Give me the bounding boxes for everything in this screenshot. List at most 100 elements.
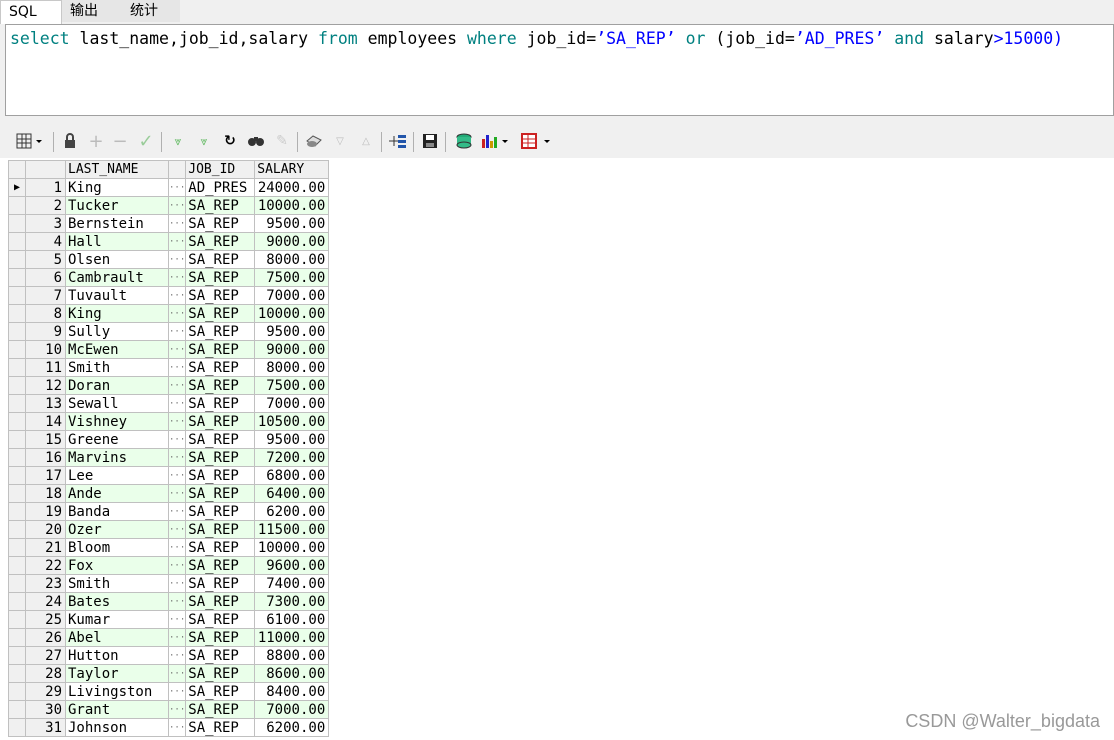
table-row[interactable]: 14 Vishney ··· SA_REP 10500.00 [8, 412, 330, 431]
cell-salary[interactable]: 6400.00 [254, 484, 330, 503]
row-number[interactable]: 4 [25, 232, 66, 251]
cell-salary[interactable]: 9500.00 [254, 214, 330, 233]
cell-job-id[interactable]: SA_REP [185, 502, 256, 521]
row-indicator[interactable] [8, 304, 26, 323]
table-row[interactable]: 22 Fox ··· SA_REP 9600.00 [8, 556, 330, 575]
row-indicator[interactable] [8, 376, 26, 395]
column-header-salary[interactable]: SALARY [254, 160, 330, 179]
export-icon[interactable] [303, 130, 325, 152]
row-number[interactable]: 2 [25, 196, 66, 215]
cell-salary[interactable]: 7000.00 [254, 700, 330, 719]
cell-editor-button[interactable]: ··· [168, 664, 187, 683]
cell-last-name[interactable]: Olsen [65, 250, 169, 269]
cell-job-id[interactable]: SA_REP [185, 574, 256, 593]
cell-job-id[interactable]: SA_REP [185, 286, 256, 305]
cell-job-id[interactable]: SA_REP [185, 520, 256, 539]
cell-job-id[interactable]: AD_PRES [185, 178, 256, 197]
cell-job-id[interactable]: SA_REP [185, 556, 256, 575]
cell-salary[interactable]: 24000.00 [254, 178, 330, 197]
row-indicator[interactable]: ▶ [8, 178, 26, 197]
cell-editor-button[interactable]: ··· [168, 196, 187, 215]
row-number[interactable]: 22 [25, 556, 66, 575]
cell-job-id[interactable]: SA_REP [185, 700, 256, 719]
cell-editor-button[interactable]: ··· [168, 466, 187, 485]
cell-salary[interactable]: 7000.00 [254, 394, 330, 413]
table-row[interactable]: ▶ 1 King ··· AD_PRES 24000.00 [8, 178, 330, 197]
cell-editor-button[interactable]: ··· [168, 232, 187, 251]
row-indicator[interactable] [8, 556, 26, 575]
row-indicator[interactable] [8, 412, 26, 431]
row-indicator[interactable] [8, 574, 26, 593]
cell-editor-button[interactable]: ··· [168, 448, 187, 467]
cell-salary[interactable]: 8800.00 [254, 646, 330, 665]
table-row[interactable]: 17 Lee ··· SA_REP 6800.00 [8, 466, 330, 485]
row-number[interactable]: 27 [25, 646, 66, 665]
cell-editor-button[interactable]: ··· [168, 574, 187, 593]
row-number[interactable]: 30 [25, 700, 66, 719]
cell-job-id[interactable]: SA_REP [185, 322, 256, 341]
explain-plan-icon[interactable] [387, 130, 409, 152]
filter-icon[interactable]: ⩔ [193, 130, 215, 152]
cell-salary[interactable]: 9500.00 [254, 322, 330, 341]
cell-last-name[interactable]: McEwen [65, 340, 169, 359]
table-row[interactable]: 4 Hall ··· SA_REP 9000.00 [8, 232, 330, 251]
table-row[interactable]: 8 King ··· SA_REP 10000.00 [8, 304, 330, 323]
cell-salary[interactable]: 8000.00 [254, 358, 330, 377]
row-indicator[interactable] [8, 430, 26, 449]
row-indicator[interactable] [8, 502, 26, 521]
row-number[interactable]: 7 [25, 286, 66, 305]
cell-editor-button[interactable]: ··· [168, 286, 187, 305]
row-number[interactable]: 18 [25, 484, 66, 503]
cell-salary[interactable]: 9600.00 [254, 556, 330, 575]
sql-editor[interactable]: select last_name,job_id,salary from empl… [5, 24, 1114, 116]
cell-salary[interactable]: 7200.00 [254, 448, 330, 467]
cell-salary[interactable]: 6800.00 [254, 466, 330, 485]
cell-editor-button[interactable]: ··· [168, 358, 187, 377]
find-icon[interactable] [245, 130, 267, 152]
table-row[interactable]: 29 Livingston ··· SA_REP 8400.00 [8, 682, 330, 701]
cell-salary[interactable]: 6100.00 [254, 610, 330, 629]
cell-job-id[interactable]: SA_REP [185, 682, 256, 701]
cell-salary[interactable]: 7500.00 [254, 376, 330, 395]
cell-job-id[interactable]: SA_REP [185, 484, 256, 503]
row-number[interactable]: 26 [25, 628, 66, 647]
row-indicator[interactable] [8, 286, 26, 305]
row-number[interactable]: 5 [25, 250, 66, 269]
database-icon[interactable] [453, 130, 475, 152]
row-number[interactable]: 21 [25, 538, 66, 557]
cell-last-name[interactable]: Cambrault [65, 268, 169, 287]
table-row[interactable]: 28 Taylor ··· SA_REP 8600.00 [8, 664, 330, 683]
cell-last-name[interactable]: Hall [65, 232, 169, 251]
cell-last-name[interactable]: Bernstein [65, 214, 169, 233]
cell-editor-button[interactable]: ··· [168, 178, 187, 197]
row-number[interactable]: 20 [25, 520, 66, 539]
cell-job-id[interactable]: SA_REP [185, 610, 256, 629]
post-icon[interactable]: ✓ [135, 130, 157, 152]
cell-editor-button[interactable]: ··· [168, 430, 187, 449]
cell-last-name[interactable]: Taylor [65, 664, 169, 683]
cell-salary[interactable]: 7000.00 [254, 286, 330, 305]
cell-last-name[interactable]: Abel [65, 628, 169, 647]
cell-editor-button[interactable]: ··· [168, 682, 187, 701]
row-number[interactable]: 28 [25, 664, 66, 683]
row-indicator[interactable] [8, 718, 26, 737]
cell-editor-button[interactable]: ··· [168, 538, 187, 557]
cell-salary[interactable]: 8400.00 [254, 682, 330, 701]
cell-last-name[interactable]: Vishney [65, 412, 169, 431]
row-number[interactable]: 16 [25, 448, 66, 467]
cell-salary[interactable]: 10000.00 [254, 304, 330, 323]
table-row[interactable]: 13 Sewall ··· SA_REP 7000.00 [8, 394, 330, 413]
table-row[interactable]: 23 Smith ··· SA_REP 7400.00 [8, 574, 330, 593]
row-indicator[interactable] [8, 646, 26, 665]
cell-salary[interactable]: 10000.00 [254, 538, 330, 557]
table-row[interactable]: 26 Abel ··· SA_REP 11000.00 [8, 628, 330, 647]
table-row[interactable]: 18 Ande ··· SA_REP 6400.00 [8, 484, 330, 503]
sort-up-icon[interactable]: △ [355, 130, 377, 152]
row-indicator[interactable] [8, 394, 26, 413]
row-indicator[interactable] [8, 340, 26, 359]
table-row[interactable]: 30 Grant ··· SA_REP 7000.00 [8, 700, 330, 719]
cell-job-id[interactable]: SA_REP [185, 232, 256, 251]
cell-last-name[interactable]: Tucker [65, 196, 169, 215]
cell-job-id[interactable]: SA_REP [185, 304, 256, 323]
cell-last-name[interactable]: Bloom [65, 538, 169, 557]
